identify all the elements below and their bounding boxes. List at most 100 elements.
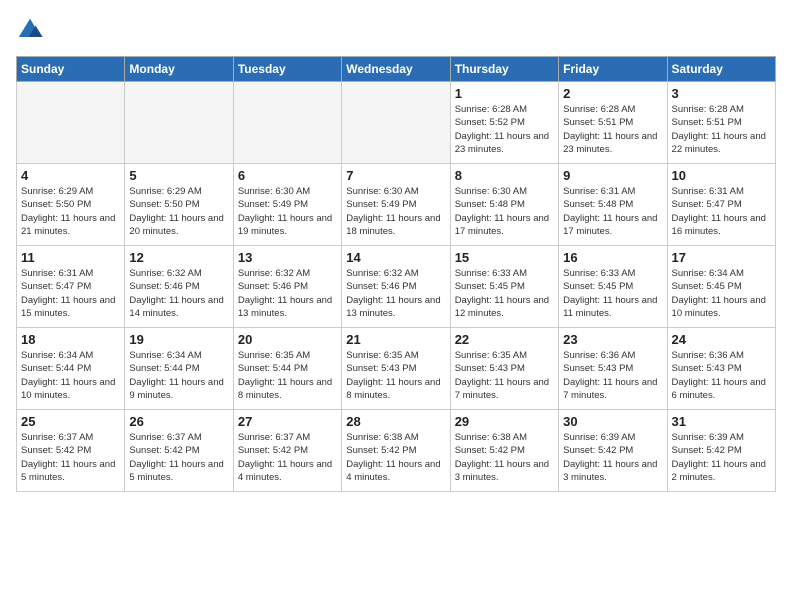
- day-info: Sunrise: 6:28 AM Sunset: 5:52 PM Dayligh…: [455, 103, 554, 156]
- calendar-cell: 21 Sunrise: 6:35 AM Sunset: 5:43 PM Dayli…: [342, 328, 450, 410]
- day-info: Sunrise: 6:34 AM Sunset: 5:44 PM Dayligh…: [21, 349, 120, 402]
- day-number: 8: [455, 168, 554, 183]
- logo-icon: [16, 16, 44, 44]
- day-info: Sunrise: 6:35 AM Sunset: 5:44 PM Dayligh…: [238, 349, 337, 402]
- calendar-cell: 18Sunrise: 6:34 AM Sunset: 5:44 PM Dayli…: [17, 328, 125, 410]
- day-number: 5: [129, 168, 228, 183]
- weekday-header-monday: Monday: [125, 57, 233, 82]
- day-info: Sunrise: 6:29 AM Sunset: 5:50 PM Dayligh…: [21, 185, 120, 238]
- day-info: Sunrise: 6:31 AM Sunset: 5:48 PM Dayligh…: [563, 185, 662, 238]
- page-header: [16, 16, 776, 44]
- day-number: 9: [563, 168, 662, 183]
- day-info: Sunrise: 6:33 AM Sunset: 5:45 PM Dayligh…: [455, 267, 554, 320]
- week-row-1: 1 Sunrise: 6:28 AM Sunset: 5:52 PM Daylig…: [17, 82, 776, 164]
- day-number: 20: [238, 332, 337, 347]
- calendar-cell: 22 Sunrise: 6:35 AM Sunset: 5:43 PM Dayli…: [450, 328, 558, 410]
- day-info: Sunrise: 6:38 AM Sunset: 5:42 PM Dayligh…: [455, 431, 554, 484]
- day-info: Sunrise: 6:36 AM Sunset: 5:43 PM Dayligh…: [563, 349, 662, 402]
- day-number: 30: [563, 414, 662, 429]
- calendar-cell: 10 Sunrise: 6:31 AM Sunset: 5:47 PM Dayli…: [667, 164, 775, 246]
- weekday-header-sunday: Sunday: [17, 57, 125, 82]
- week-row-5: 25 Sunrise: 6:37 AM Sunset: 5:42 PM Dayli…: [17, 410, 776, 492]
- day-info: Sunrise: 6:38 AM Sunset: 5:42 PM Dayligh…: [346, 431, 445, 484]
- calendar-cell: 11Sunrise: 6:31 AM Sunset: 5:47 PM Dayli…: [17, 246, 125, 328]
- day-info: Sunrise: 6:29 AM Sunset: 5:50 PM Dayligh…: [129, 185, 228, 238]
- calendar-cell: 6 Sunrise: 6:30 AM Sunset: 5:49 PM Daylig…: [233, 164, 341, 246]
- calendar-cell: [125, 82, 233, 164]
- calendar-cell: 8 Sunrise: 6:30 AM Sunset: 5:48 PM Daylig…: [450, 164, 558, 246]
- day-number: 6: [238, 168, 337, 183]
- day-number: 15: [455, 250, 554, 265]
- day-number: 3: [672, 86, 771, 101]
- weekday-header-saturday: Saturday: [667, 57, 775, 82]
- day-number: 31: [672, 414, 771, 429]
- day-info: Sunrise: 6:31 AM Sunset: 5:47 PM Dayligh…: [672, 185, 771, 238]
- day-number: 10: [672, 168, 771, 183]
- week-row-3: 11Sunrise: 6:31 AM Sunset: 5:47 PM Dayli…: [17, 246, 776, 328]
- day-number: 1: [455, 86, 554, 101]
- day-number: 27: [238, 414, 337, 429]
- calendar-cell: 13 Sunrise: 6:32 AM Sunset: 5:46 PM Dayli…: [233, 246, 341, 328]
- day-info: Sunrise: 6:30 AM Sunset: 5:48 PM Dayligh…: [455, 185, 554, 238]
- calendar-cell: 28 Sunrise: 6:38 AM Sunset: 5:42 PM Dayli…: [342, 410, 450, 492]
- calendar-cell: 9 Sunrise: 6:31 AM Sunset: 5:48 PM Daylig…: [559, 164, 667, 246]
- day-number: 19: [129, 332, 228, 347]
- day-info: Sunrise: 6:32 AM Sunset: 5:46 PM Dayligh…: [129, 267, 228, 320]
- day-info: Sunrise: 6:39 AM Sunset: 5:42 PM Dayligh…: [672, 431, 771, 484]
- day-info: Sunrise: 6:37 AM Sunset: 5:42 PM Dayligh…: [21, 431, 120, 484]
- day-info: Sunrise: 6:32 AM Sunset: 5:46 PM Dayligh…: [346, 267, 445, 320]
- logo: [16, 16, 46, 44]
- day-number: 23: [563, 332, 662, 347]
- day-info: Sunrise: 6:37 AM Sunset: 5:42 PM Dayligh…: [238, 431, 337, 484]
- day-info: Sunrise: 6:39 AM Sunset: 5:42 PM Dayligh…: [563, 431, 662, 484]
- day-number: 11: [21, 250, 120, 265]
- calendar-cell: 4 Sunrise: 6:29 AM Sunset: 5:50 PM Daylig…: [17, 164, 125, 246]
- day-info: Sunrise: 6:35 AM Sunset: 5:43 PM Dayligh…: [455, 349, 554, 402]
- calendar-cell: 5 Sunrise: 6:29 AM Sunset: 5:50 PM Daylig…: [125, 164, 233, 246]
- day-number: 13: [238, 250, 337, 265]
- day-number: 7: [346, 168, 445, 183]
- calendar-cell: 26 Sunrise: 6:37 AM Sunset: 5:42 PM Dayli…: [125, 410, 233, 492]
- day-info: Sunrise: 6:32 AM Sunset: 5:46 PM Dayligh…: [238, 267, 337, 320]
- calendar-cell: 19 Sunrise: 6:34 AM Sunset: 5:44 PM Dayli…: [125, 328, 233, 410]
- weekday-header-friday: Friday: [559, 57, 667, 82]
- day-number: 22: [455, 332, 554, 347]
- day-number: 2: [563, 86, 662, 101]
- calendar-cell: 7 Sunrise: 6:30 AM Sunset: 5:49 PM Daylig…: [342, 164, 450, 246]
- calendar-cell: 12 Sunrise: 6:32 AM Sunset: 5:46 PM Dayli…: [125, 246, 233, 328]
- day-info: Sunrise: 6:30 AM Sunset: 5:49 PM Dayligh…: [238, 185, 337, 238]
- day-number: 26: [129, 414, 228, 429]
- day-info: Sunrise: 6:37 AM Sunset: 5:42 PM Dayligh…: [129, 431, 228, 484]
- day-info: Sunrise: 6:34 AM Sunset: 5:44 PM Dayligh…: [129, 349, 228, 402]
- calendar-cell: 14Sunrise: 6:32 AM Sunset: 5:46 PM Dayli…: [342, 246, 450, 328]
- calendar-cell: [233, 82, 341, 164]
- day-number: 25: [21, 414, 120, 429]
- day-number: 4: [21, 168, 120, 183]
- week-row-2: 4 Sunrise: 6:29 AM Sunset: 5:50 PM Daylig…: [17, 164, 776, 246]
- calendar-cell: 30 Sunrise: 6:39 AM Sunset: 5:42 PM Dayli…: [559, 410, 667, 492]
- weekday-header-wednesday: Wednesday: [342, 57, 450, 82]
- day-number: 16: [563, 250, 662, 265]
- day-info: Sunrise: 6:34 AM Sunset: 5:45 PM Dayligh…: [672, 267, 771, 320]
- calendar-cell: 17 Sunrise: 6:34 AM Sunset: 5:45 PM Dayli…: [667, 246, 775, 328]
- calendar-cell: 24Sunrise: 6:36 AM Sunset: 5:43 PM Dayli…: [667, 328, 775, 410]
- calendar-cell: 31 Sunrise: 6:39 AM Sunset: 5:42 PM Dayli…: [667, 410, 775, 492]
- day-info: Sunrise: 6:30 AM Sunset: 5:49 PM Dayligh…: [346, 185, 445, 238]
- calendar-cell: 16 Sunrise: 6:33 AM Sunset: 5:45 PM Dayli…: [559, 246, 667, 328]
- day-info: Sunrise: 6:33 AM Sunset: 5:45 PM Dayligh…: [563, 267, 662, 320]
- day-number: 12: [129, 250, 228, 265]
- day-number: 21: [346, 332, 445, 347]
- calendar-cell: 27 Sunrise: 6:37 AM Sunset: 5:42 PM Dayli…: [233, 410, 341, 492]
- weekday-header-tuesday: Tuesday: [233, 57, 341, 82]
- week-row-4: 18Sunrise: 6:34 AM Sunset: 5:44 PM Dayli…: [17, 328, 776, 410]
- day-number: 29: [455, 414, 554, 429]
- day-number: 17: [672, 250, 771, 265]
- calendar-cell: [17, 82, 125, 164]
- day-info: Sunrise: 6:28 AM Sunset: 5:51 PM Dayligh…: [563, 103, 662, 156]
- weekday-header-row: SundayMondayTuesdayWednesdayThursdayFrid…: [17, 57, 776, 82]
- day-info: Sunrise: 6:35 AM Sunset: 5:43 PM Dayligh…: [346, 349, 445, 402]
- calendar-cell: [342, 82, 450, 164]
- calendar-cell: 2 Sunrise: 6:28 AM Sunset: 5:51 PM Daylig…: [559, 82, 667, 164]
- calendar-cell: 23 Sunrise: 6:36 AM Sunset: 5:43 PM Dayli…: [559, 328, 667, 410]
- day-number: 28: [346, 414, 445, 429]
